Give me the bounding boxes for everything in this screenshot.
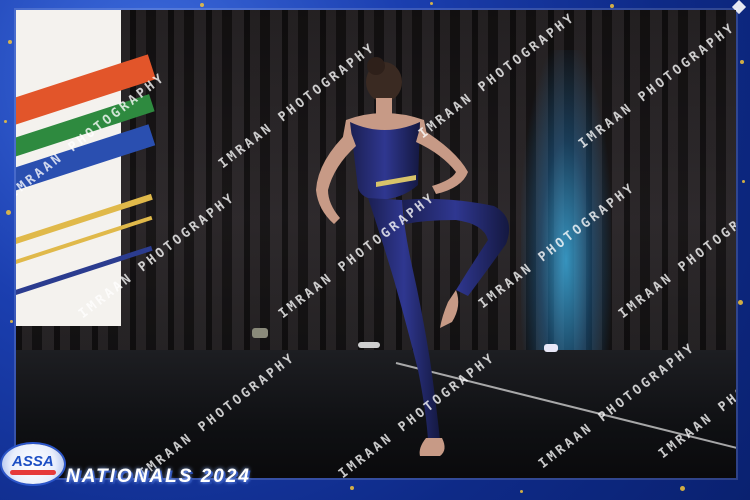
dancer-figure (316, 57, 510, 456)
logo-swoosh (10, 470, 56, 475)
frame-speck (680, 486, 685, 491)
dancer-raised-leg (402, 198, 510, 296)
dancer-right-arm (416, 128, 468, 194)
frame-speck (4, 120, 7, 123)
dancer-left-arm (316, 130, 356, 224)
frame-speck (520, 490, 523, 493)
hair-bun (367, 57, 385, 75)
dancer-raised-foot (440, 290, 459, 328)
frame-speck (6, 210, 11, 215)
dancer-standing-leg (368, 198, 440, 440)
frame-speck (10, 320, 13, 323)
event-title: NATIONALS 2024 (66, 466, 251, 487)
frame-speck (740, 60, 744, 64)
dancer-standing-foot (419, 438, 445, 456)
frame-speck (200, 3, 204, 7)
assa-logo: ASSA (2, 444, 64, 484)
photo-frame: IMRAAN PHOTOGRAPHY IMRAAN PHOTOGRAPHY IM… (0, 0, 750, 500)
stage-photo: IMRAAN PHOTOGRAPHY IMRAAN PHOTOGRAPHY IM… (16, 10, 736, 478)
frame-speck (8, 40, 12, 44)
frame-speck (350, 486, 354, 490)
dancer-torso (350, 122, 420, 200)
frame-speck (610, 4, 614, 8)
logo-text: ASSA (12, 453, 54, 470)
frame-speck (738, 300, 743, 305)
frame-speck (742, 180, 745, 183)
frame-speck (430, 2, 433, 5)
